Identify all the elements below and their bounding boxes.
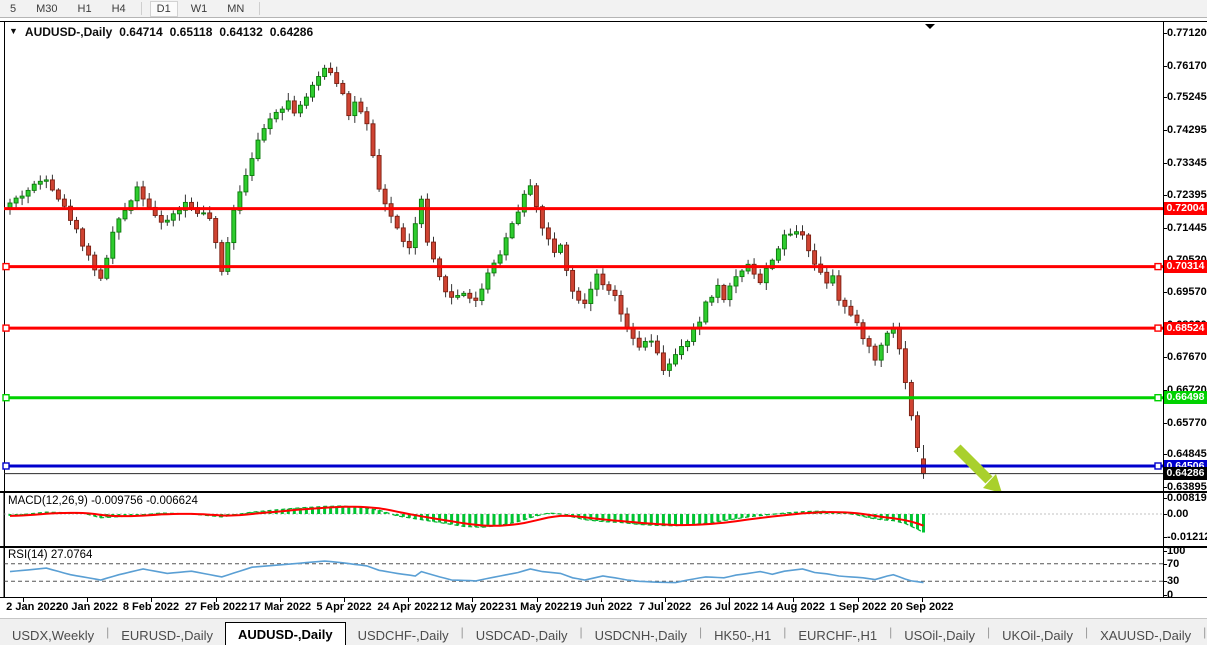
tab-eurusd-daily[interactable]: EURUSD-,Daily [109,626,225,645]
chart-title: ▼ AUDUSD-,Daily 0.64714 0.65118 0.64132 … [9,25,313,39]
date-axis-label: 26 Jul 2022 [696,601,762,613]
macd-axis-label: 0.00 [1167,509,1188,520]
date-axis-label: 20 Jan 2022 [54,601,120,613]
price-axis-label: 0.75245 [1167,92,1207,103]
timeframe-toolbar: 5 M30 H1 H4 D1 W1 MN [0,0,1207,18]
symbol-timeframe-label: AUDUSD-,Daily [25,25,112,39]
date-axis-label: 24 Apr 2022 [375,601,441,613]
price-axis-label: 0.73345 [1167,158,1207,169]
price-axis-label: 0.74295 [1167,125,1207,136]
date-axis-label: 19 Jun 2022 [568,601,634,613]
tab-usoil-daily[interactable]: USOil-,Daily [892,626,987,645]
chart-shift-marker-icon [925,24,935,29]
price-line-label: 0.66498 [1164,391,1207,404]
date-axis-label: 12 May 2022 [439,601,505,613]
mt4-window: 5 M30 H1 H4 D1 W1 MN ▼ AUDUSD-,Daily 0.64714 0… [0,0,1207,645]
down-right-arrow-annotation [957,448,1002,491]
date-axis-label: 7 Jul 2022 [632,601,698,613]
date-axis-label: 17 Mar 2022 [247,601,313,613]
rsi-canvas[interactable] [0,548,1207,597]
tab-ukoil-daily[interactable]: UKOil-,Daily [990,626,1085,645]
macd-axis-label: -0.012123 [1167,532,1207,543]
tab-usdchf-daily[interactable]: USDCHF-,Daily [346,626,461,645]
current-price-label: 0.64286 [1164,467,1207,480]
date-axis-label: 27 Feb 2022 [183,601,249,613]
chart-tab-bar: USDX,Weekly|EURUSD-,DailyAUDUSD-,DailyUS… [0,618,1207,645]
price-line-label: 0.72004 [1164,202,1207,215]
ohlc-low: 0.64132 [219,25,262,39]
ohlc-high: 0.65118 [170,25,213,39]
rsi-axis-label: 100 [1167,546,1185,557]
tab-usdx-weekly[interactable]: USDX,Weekly [0,626,106,645]
price-axis-label: 0.77120 [1167,28,1207,39]
price-line-label: 0.68524 [1164,322,1207,335]
price-axis-label: 0.69570 [1167,287,1207,298]
tab-xauusd-daily[interactable]: XAUUSD-,Daily [1088,626,1203,645]
ohlc-collapse-icon[interactable]: ▼ [9,26,18,36]
timeframe-button-MN[interactable]: MN [220,1,251,17]
timeframe-button-W1[interactable]: W1 [184,1,215,17]
macd-axis-label: 0.008197 [1167,493,1207,504]
price-axis-label: 0.64845 [1167,449,1207,460]
ohlc-close: 0.64286 [270,25,313,39]
timeframe-button-M30[interactable]: M30 [29,1,64,17]
date-axis-label: 14 Aug 2022 [760,601,826,613]
date-axis-label: 31 May 2022 [504,601,570,613]
ohlc-open: 0.64714 [119,25,162,39]
tab-hk50-h1[interactable]: HK50-,H1 [702,626,783,645]
price-axis-label: 0.67670 [1167,352,1207,363]
price-line-label: 0.70314 [1164,260,1207,273]
price-axis-label: 0.72395 [1167,190,1207,201]
tab-eurchf-h1[interactable]: EURCHF-,H1 [786,626,889,645]
time-axis-border [0,597,1207,598]
tab-audusd-daily[interactable]: AUDUSD-,Daily [225,622,346,645]
macd-label: MACD(12,26,9) -0.009756 -0.006624 [8,495,198,507]
rsi-axis-label: 30 [1167,576,1179,587]
date-axis-label: 20 Sep 2022 [889,601,955,613]
rsi-label: RSI(14) 27.0764 [8,549,92,561]
date-axis-label: 5 Apr 2022 [311,601,377,613]
toolbar-separator [259,2,260,15]
price-axis-label: 0.76170 [1167,61,1207,72]
price-axis-label: 0.65770 [1167,418,1207,429]
timeframe-button-5[interactable]: 5 [3,1,23,17]
tab-usdcnh-daily[interactable]: USDCNH-,Daily [583,626,699,645]
toolbar-separator [141,2,142,15]
timeframe-button-H1[interactable]: H1 [71,1,99,17]
timeframe-button-D1[interactable]: D1 [150,1,178,17]
date-axis-label: 1 Sep 2022 [825,601,891,613]
main-chart-canvas[interactable] [0,22,1207,491]
rsi-axis-label: 0 [1167,590,1173,601]
price-axis-label: 0.71445 [1167,223,1207,234]
rsi-axis-label: 70 [1167,559,1179,570]
timeframe-button-H4[interactable]: H4 [105,1,133,17]
date-axis-label: 8 Feb 2022 [118,601,184,613]
tab-usdcad-daily[interactable]: USDCAD-,Daily [464,626,580,645]
